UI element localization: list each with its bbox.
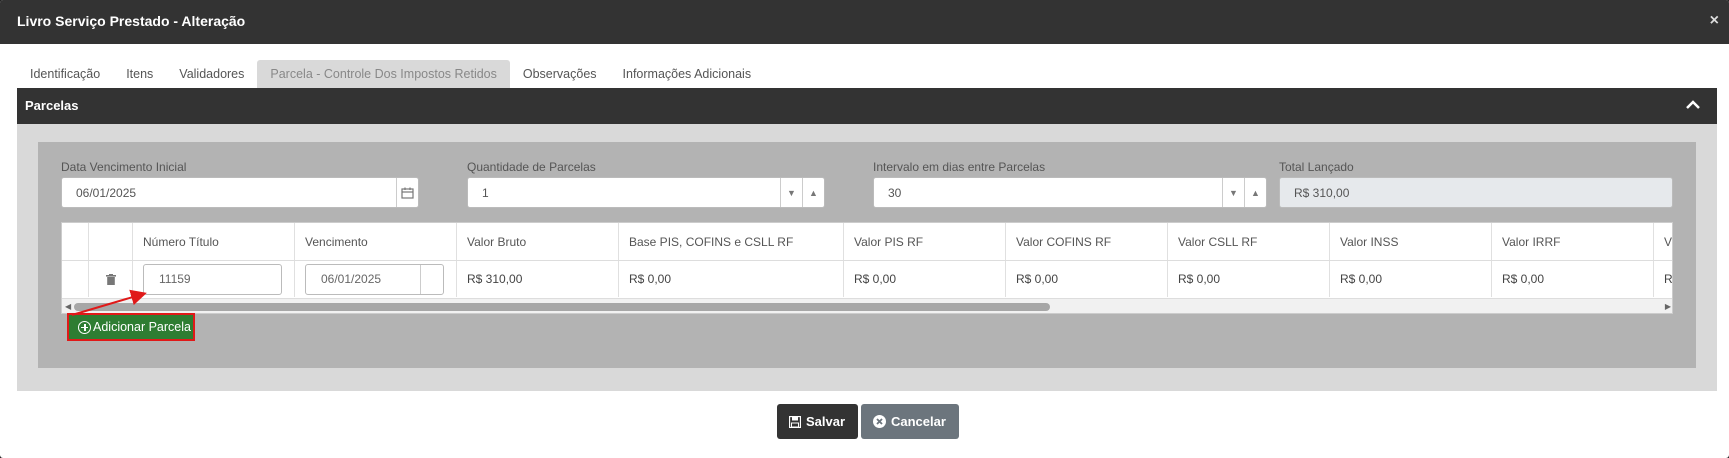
close-icon[interactable]: × xyxy=(1710,12,1719,30)
grid-header-cell xyxy=(89,223,133,260)
tab-informacoes-adicionais[interactable]: Informações Adicionais xyxy=(610,60,765,88)
intervalo-value: 30 xyxy=(888,186,902,200)
intervalo-label: Intervalo em dias entre Parcelas xyxy=(873,160,1046,174)
numero-titulo-input[interactable]: 11159 xyxy=(143,263,282,295)
data-vencimento-label: Data Vencimento Inicial xyxy=(61,160,187,174)
data-vencimento-input[interactable]: 06/01/2025 xyxy=(61,177,419,208)
grid-header-cut[interactable]: V xyxy=(1654,223,1672,260)
chevron-up-icon[interactable] xyxy=(1683,95,1703,115)
parcelas-grid: Número Título Vencimento Valor Bruto Bas… xyxy=(61,222,1673,314)
save-button[interactable]: Salvar xyxy=(777,404,858,439)
panel-header: Parcelas xyxy=(17,88,1717,124)
spinner-up-icon[interactable]: ▲ xyxy=(802,178,824,207)
floppy-icon xyxy=(789,415,801,428)
tab-identificacao[interactable]: Identificação xyxy=(17,60,113,88)
valor-csll-cell: R$ 0,00 xyxy=(1168,261,1330,297)
parcelas-panel: Parcelas Data Vencimento Inicial 06/01/2… xyxy=(17,88,1717,391)
valor-bruto-cell: R$ 310,00 xyxy=(457,261,619,297)
grid-header-valor-bruto[interactable]: Valor Bruto xyxy=(457,223,619,260)
cancel-circle-icon xyxy=(873,415,886,428)
chevron-down-icon[interactable]: ▼ xyxy=(1222,178,1244,207)
valor-inss-cell: R$ 0,00 xyxy=(1330,261,1492,297)
vencimento-divider xyxy=(420,264,421,294)
grid-header-valor-inss[interactable]: Valor INSS xyxy=(1330,223,1492,260)
panel-title: Parcelas xyxy=(25,98,79,113)
spinner-up-icon[interactable]: ▲ xyxy=(1244,178,1266,207)
parcelas-form: Data Vencimento Inicial 06/01/2025 Quant… xyxy=(38,142,1696,368)
vencimento-input[interactable]: 06/01/2025 xyxy=(305,263,444,295)
scroll-right-icon[interactable]: ▶ xyxy=(1665,302,1671,311)
total-field: R$ 310,00 xyxy=(1279,177,1673,208)
row-spacer xyxy=(62,261,89,297)
valor-irrf-cell: R$ 0,00 xyxy=(1492,261,1654,297)
grid-header-valor-pis[interactable]: Valor PIS RF xyxy=(844,223,1006,260)
grid-header-valor-csll[interactable]: Valor CSLL RF xyxy=(1168,223,1330,260)
table-row: 11159 06/01/2025 R$ 310,00 R$ 0,00 R$ 0,… xyxy=(62,261,1672,297)
add-parcela-label: Adicionar Parcela xyxy=(93,320,191,334)
quantidade-value: 1 xyxy=(482,186,489,200)
cancel-button[interactable]: Cancelar xyxy=(861,404,959,439)
tab-bar: Identificação Itens Validadores Parcela … xyxy=(17,60,764,88)
valor-pis-cell: R$ 0,00 xyxy=(844,261,1006,297)
grid-header: Número Título Vencimento Valor Bruto Bas… xyxy=(62,223,1672,261)
horizontal-scrollbar[interactable]: ◀ ▶ xyxy=(62,298,1672,313)
total-label: Total Lançado xyxy=(1279,160,1354,174)
modal-titlebar: Livro Serviço Prestado - Alteração × xyxy=(0,0,1729,44)
tab-parcela[interactable]: Parcela - Controle Dos Impostos Retidos xyxy=(257,60,510,88)
scroll-left-icon[interactable]: ◀ xyxy=(65,302,71,311)
base-pis-cell: R$ 0,00 xyxy=(619,261,844,297)
scrollbar-thumb[interactable] xyxy=(74,303,1050,311)
data-vencimento-value: 06/01/2025 xyxy=(76,186,137,200)
tab-itens[interactable]: Itens xyxy=(113,60,166,88)
total-value: R$ 310,00 xyxy=(1294,186,1350,200)
grid-header-valor-cofins[interactable]: Valor COFINS RF xyxy=(1006,223,1168,260)
quantidade-input[interactable]: 1 ▼ ▲ xyxy=(467,177,825,208)
cut-cell: R xyxy=(1654,261,1672,297)
cancel-label: Cancelar xyxy=(891,414,946,429)
add-parcela-button[interactable]: Adicionar Parcela xyxy=(67,313,195,341)
grid-header-vencimento[interactable]: Vencimento xyxy=(295,223,457,260)
grid-header-base-pis[interactable]: Base PIS, COFINS e CSLL RF xyxy=(619,223,844,260)
grid-header-numero-titulo[interactable]: Número Título xyxy=(133,223,295,260)
modal-title: Livro Serviço Prestado - Alteração xyxy=(17,13,246,29)
vencimento-cell: 06/01/2025 xyxy=(295,261,457,297)
calendar-icon[interactable] xyxy=(396,178,418,207)
chevron-down-icon[interactable]: ▼ xyxy=(780,178,802,207)
modal-dialog: Livro Serviço Prestado - Alteração × Ide… xyxy=(0,0,1729,458)
grid-header-valor-irrf[interactable]: Valor IRRF xyxy=(1492,223,1654,260)
numero-titulo-cell: 11159 xyxy=(133,261,295,297)
valor-cofins-cell: R$ 0,00 xyxy=(1006,261,1168,297)
vencimento-value: 06/01/2025 xyxy=(321,272,382,286)
grid-header-cell xyxy=(62,223,89,260)
save-label: Salvar xyxy=(806,414,846,429)
tab-observacoes[interactable]: Observações xyxy=(510,60,610,88)
trash-icon[interactable] xyxy=(89,261,133,297)
tab-validadores[interactable]: Validadores xyxy=(166,60,257,88)
plus-circle-icon xyxy=(78,320,91,334)
intervalo-input[interactable]: 30 ▼ ▲ xyxy=(873,177,1267,208)
quantidade-label: Quantidade de Parcelas xyxy=(467,160,596,174)
